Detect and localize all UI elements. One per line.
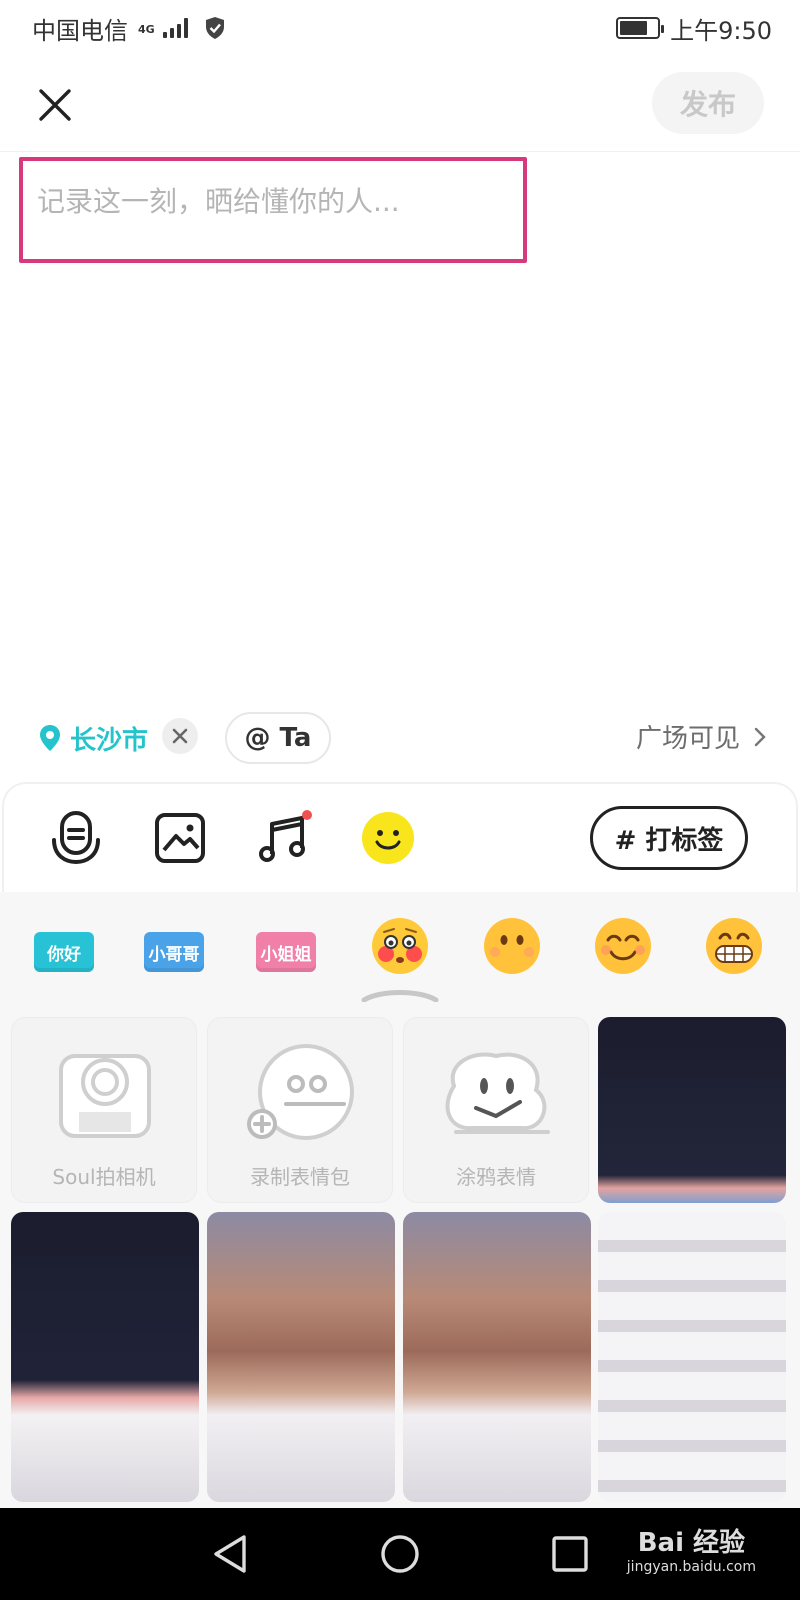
voice-icon <box>52 811 100 865</box>
compose-box <box>19 157 527 263</box>
home-button[interactable] <box>378 1532 422 1576</box>
publish-button[interactable]: 发布 <box>652 72 764 134</box>
sticker-row: 你好 小哥哥 小姐姐 <box>0 914 800 984</box>
post-text-input[interactable] <box>37 181 507 221</box>
visibility-label: 广场可见 <box>635 724 740 754</box>
location-pin-icon <box>40 725 60 751</box>
signal-icon <box>162 18 188 38</box>
battery-icon <box>616 17 665 39</box>
recents-icon <box>552 1536 588 1572</box>
baidu-watermark: Bai 经验 jingyan.baidu.com <box>627 1522 756 1575</box>
network-type: 4G <box>138 22 155 36</box>
recent-image-thumbnail[interactable] <box>11 1212 199 1502</box>
status-right: 上午9:50 <box>616 11 772 46</box>
recent-image-thumbnail[interactable] <box>598 1212 786 1502</box>
recent-image-thumbnail[interactable] <box>598 1017 786 1203</box>
emoji-icon <box>362 812 414 864</box>
text-sticker-nihao[interactable]: 你好 <box>34 932 94 972</box>
visibility-selector[interactable]: 广场可见 <box>636 718 766 755</box>
blushing-face-icon[interactable] <box>370 916 430 976</box>
soul-camera-button[interactable]: Soul拍相机 <box>11 1017 197 1203</box>
meta-row: 长沙市 @ Ta 广场可见 <box>0 712 800 764</box>
grinning-face-icon[interactable] <box>704 916 764 976</box>
home-icon <box>381 1535 419 1573</box>
cell-label: 涂鸦表情 <box>456 1165 536 1189</box>
clock: 上午9:50 <box>670 16 772 45</box>
cell-label: Soul拍相机 <box>52 1165 156 1189</box>
header: 发布 <box>0 56 800 152</box>
compose-toolbar: # 打标签 <box>2 782 798 892</box>
image-button[interactable] <box>152 810 208 866</box>
smiling-face-icon[interactable] <box>593 916 653 976</box>
music-button[interactable] <box>258 810 314 866</box>
sticker-panel: 你好 小哥哥 小姐姐 Soul拍相机 录制表情包 涂鸦表情 <box>0 892 800 1512</box>
recent-image-thumbnail[interactable] <box>207 1212 395 1502</box>
voice-button[interactable] <box>48 810 104 866</box>
music-icon <box>259 810 312 862</box>
doodle-sticker-button[interactable]: 涂鸦表情 <box>403 1017 589 1203</box>
carrier-label: 中国电信 <box>32 16 128 45</box>
doodle-icon <box>445 1052 550 1134</box>
mention-button[interactable]: @ Ta <box>225 712 331 764</box>
watermark-main: Bai 经验 <box>637 1528 746 1558</box>
chevron-right-icon <box>754 727 766 746</box>
status-left: 中国电信 4G <box>32 11 226 46</box>
location-chip[interactable]: 长沙市 <box>38 716 148 760</box>
watermark-sub: jingyan.baidu.com <box>626 1559 756 1575</box>
cell-label: 录制表情包 <box>250 1165 350 1189</box>
clear-location-button[interactable] <box>162 718 198 754</box>
text-sticker-xiaojiejie[interactable]: 小姐姐 <box>256 932 316 972</box>
close-button[interactable] <box>32 82 78 128</box>
image-icon <box>155 813 205 863</box>
status-bar: 中国电信 4G 上午9:50 <box>0 0 800 56</box>
back-icon <box>214 1535 246 1573</box>
add-tag-button[interactable]: # 打标签 <box>590 806 748 870</box>
battery-level <box>620 21 648 35</box>
camera-icon <box>59 1054 151 1138</box>
back-button[interactable] <box>208 1532 252 1576</box>
recents-button[interactable] <box>548 1532 592 1576</box>
panel-collapse-handle[interactable] <box>360 988 440 1002</box>
text-sticker-xiaogege[interactable]: 小哥哥 <box>144 932 204 972</box>
record-sticker-button[interactable]: 录制表情包 <box>207 1017 393 1203</box>
location-label: 长沙市 <box>70 725 149 756</box>
record-face-icon <box>247 1044 354 1140</box>
publish-post-screen: 中国电信 4G 上午9:50 发布 记录这一刻，晒给懂你的人... 长沙市 @ … <box>0 0 800 1600</box>
emoji-button[interactable] <box>360 810 416 866</box>
system-nav-bar: Bai 经验 jingyan.baidu.com <box>0 1508 800 1600</box>
recent-image-thumbnail[interactable] <box>403 1212 591 1502</box>
shield-icon <box>205 17 224 39</box>
close-icon <box>172 728 188 744</box>
close-icon <box>39 89 71 121</box>
neutral-face-icon[interactable] <box>482 916 542 976</box>
